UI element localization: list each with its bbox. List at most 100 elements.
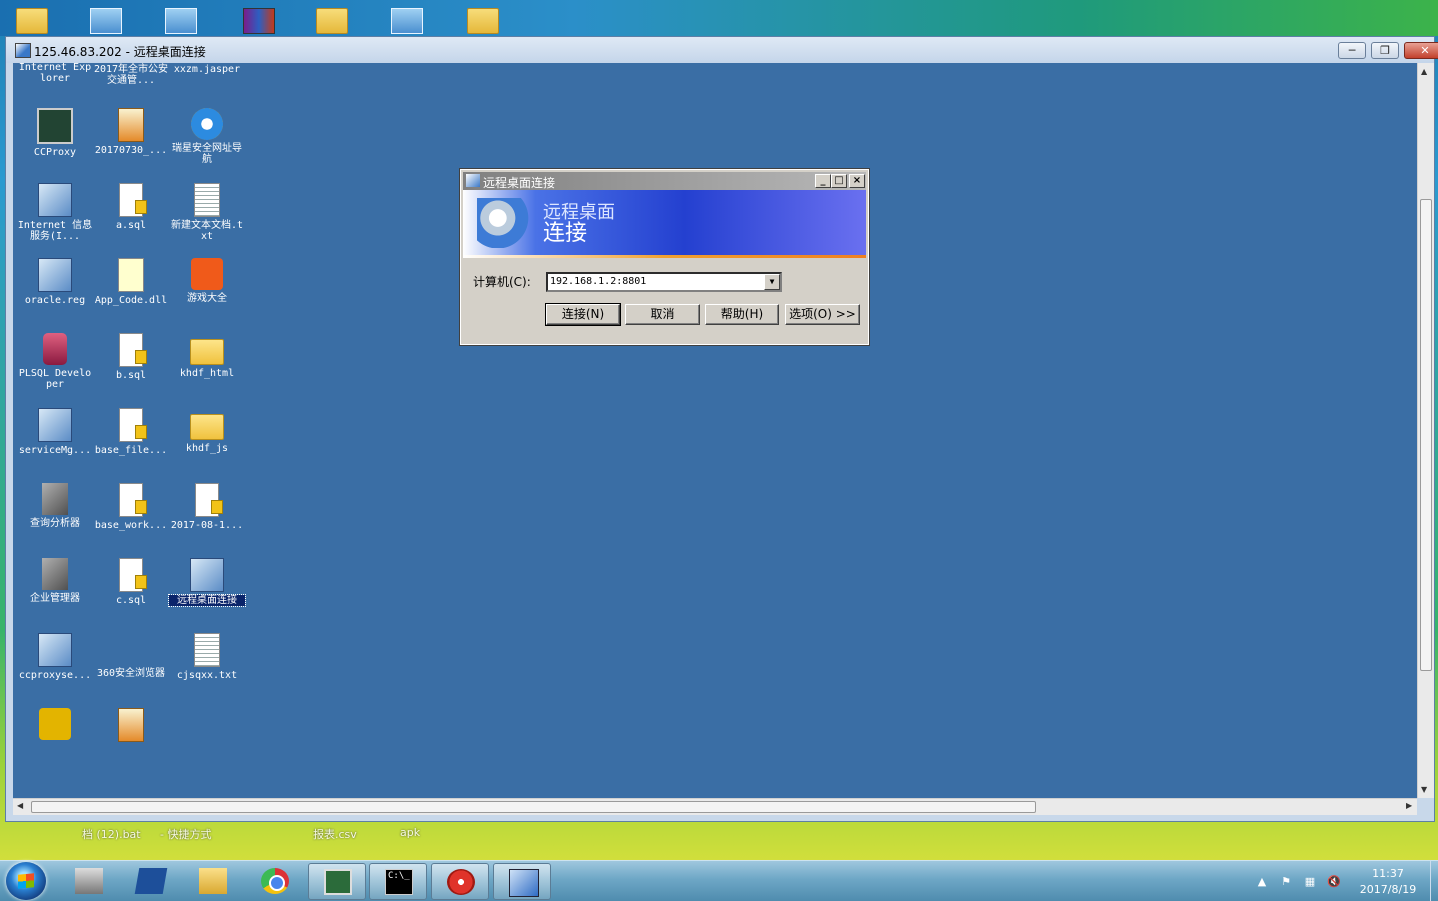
desktop-icon[interactable]: 远程桌面连接 — [168, 558, 246, 607]
network-icon[interactable]: ▦ — [1303, 876, 1317, 888]
host-folder-icon[interactable] — [316, 8, 348, 34]
tool-icon — [42, 483, 68, 515]
yel-icon — [39, 708, 71, 740]
scroll-right-icon[interactable]: ▶ — [1406, 801, 1412, 810]
desktop-icon-label: 企业管理器 — [30, 593, 80, 604]
server-icon — [75, 868, 103, 894]
scroll-up-icon[interactable]: ▲ — [1421, 67, 1427, 76]
desktop-icon-label: c.sql — [115, 595, 147, 606]
taskbar-remote-desktop[interactable] — [493, 863, 551, 900]
taskbar-ccproxy[interactable] — [308, 863, 366, 900]
computer-value[interactable]: 192.168.1.2:8801 — [550, 276, 646, 287]
taskbar-browser[interactable] — [431, 863, 489, 900]
db-icon — [43, 333, 67, 365]
taskbar-chrome[interactable] — [246, 863, 304, 900]
dll-icon — [118, 258, 144, 292]
desktop-icon[interactable]: khdf_js — [169, 408, 245, 454]
vertical-scroll-thumb[interactable] — [1420, 199, 1432, 671]
desktop-icon[interactable]: khdf_html — [169, 333, 245, 379]
game-icon — [191, 258, 223, 290]
cancel-button[interactable]: 取消 — [625, 304, 700, 325]
taskbar-explorer[interactable] — [184, 863, 242, 900]
horizontal-scrollbar[interactable]: ◀ ▶ — [13, 798, 1417, 815]
folder-icon — [190, 339, 224, 365]
desktop-icon[interactable]: 360安全浏览器 — [93, 633, 169, 679]
desktop-icon[interactable]: PLSQL Developer — [17, 333, 93, 390]
dialog-maximize-button[interactable]: □ — [831, 174, 847, 188]
desktop-icon[interactable]: App_Code.dll — [93, 258, 169, 306]
txt-icon — [194, 183, 220, 217]
desktop-icon[interactable]: 游戏大全 — [169, 258, 245, 304]
desktop-icon[interactable]: 2017-08-1... — [169, 483, 245, 531]
restore-button[interactable]: ❐ — [1371, 42, 1399, 59]
desktop-icon-label: CCProxy — [33, 147, 77, 158]
host-image-icon[interactable] — [90, 8, 122, 34]
desktop-icon[interactable]: 20170730_... — [93, 108, 169, 156]
desktop-icon[interactable]: Internet 信息服务(I... — [17, 183, 93, 242]
host-file-label[interactable]: - 快捷方式 — [160, 826, 211, 842]
desktop-icon[interactable] — [93, 708, 169, 745]
taskbar-cmd[interactable]: C:\_ — [369, 863, 427, 900]
desktop-icon[interactable]: xxzm.jasper — [169, 63, 245, 75]
desktop-icon[interactable]: 企业管理器 — [17, 558, 93, 604]
desktop-icon[interactable]: b.sql — [93, 333, 169, 381]
desktop-icon[interactable]: serviceMg... — [17, 408, 93, 456]
txt-icon — [194, 633, 220, 667]
scroll-down-icon[interactable]: ▼ — [1421, 785, 1427, 794]
show-desktop-button[interactable] — [1430, 861, 1438, 901]
desktop-icon[interactable]: 新建文本文档.txt — [169, 183, 245, 242]
chevron-down-icon[interactable]: ▼ — [764, 274, 780, 290]
help-button[interactable]: 帮助(H) — [705, 304, 779, 325]
desktop-icon-label: base_file... — [94, 445, 168, 456]
desktop-icon-label: PLSQL Developer — [18, 368, 92, 390]
host-file-label[interactable]: 报表.csv — [313, 826, 357, 842]
taskbar: C:\_ ▲ ⚑ ▦ 🔇 11:37 2017/8/19 — [0, 860, 1438, 901]
horizontal-scroll-thumb[interactable] — [31, 801, 1036, 813]
host-folder-icon[interactable] — [16, 8, 48, 34]
action-center-flag-icon[interactable]: ⚑ — [1279, 876, 1293, 888]
desktop-icon[interactable]: cjsqxx.txt — [169, 633, 245, 681]
desktop-icon[interactable]: base_file... — [93, 408, 169, 456]
host-file-label[interactable]: apk — [400, 826, 420, 839]
minimize-button[interactable]: ─ — [1338, 42, 1366, 59]
rdp-titlebar[interactable]: 125.46.83.202 - 远程桌面连接 ─ ❐ ✕ — [6, 37, 1438, 63]
desktop-icon[interactable]: a.sql — [93, 183, 169, 231]
desktop-icon[interactable]: ccproxyse... — [17, 633, 93, 681]
host-folder-icon[interactable] — [467, 8, 499, 34]
desktop-icon[interactable]: oracle.reg — [17, 258, 93, 306]
vertical-scrollbar[interactable]: ▲ ▼ — [1417, 63, 1434, 798]
clock[interactable]: 11:37 2017/8/19 — [1350, 866, 1426, 898]
taskbar-powershell[interactable] — [122, 863, 180, 900]
scroll-left-icon[interactable]: ◀ — [17, 801, 23, 810]
img-icon — [118, 108, 144, 142]
connect-button[interactable]: 连接(N) — [545, 303, 621, 326]
dialog-titlebar[interactable]: 远程桌面连接 _ □ × — [463, 172, 866, 190]
desktop-icon-label: 远程桌面连接 — [168, 594, 246, 607]
computer-combobox[interactable]: 192.168.1.2:8801 ▼ — [546, 272, 782, 292]
desktop-icon[interactable]: 查询分析器 — [17, 483, 93, 529]
host-image-icon[interactable] — [391, 8, 423, 34]
app-icon — [38, 408, 72, 442]
host-image-icon[interactable] — [165, 8, 197, 34]
host-archive-icon[interactable] — [243, 8, 275, 34]
ie-icon — [191, 108, 223, 140]
desktop-icon[interactable]: 瑞星安全网址导航 — [169, 108, 245, 165]
desktop-icon[interactable]: Internet Explorer — [17, 63, 93, 84]
start-button[interactable] — [6, 862, 46, 900]
desktop-icon[interactable]: 2017年全市公安交通管... — [93, 63, 169, 86]
options-button[interactable]: 选项(O) >> — [785, 304, 860, 325]
desktop-icon[interactable]: c.sql — [93, 558, 169, 606]
desktop-icon[interactable] — [17, 708, 93, 743]
tray-expand-icon[interactable]: ▲ — [1255, 876, 1269, 888]
dialog-minimize-button[interactable]: _ — [815, 174, 831, 188]
doc-icon — [119, 183, 147, 217]
remote-desktop[interactable]: cjsqxx.txt 360安全浏览器 ccproxyse... 远程桌面连接 c.sq… — [13, 63, 1417, 798]
volume-muted-icon[interactable]: 🔇 — [1327, 876, 1341, 888]
close-button[interactable]: ✕ — [1404, 42, 1438, 59]
desktop-icon[interactable]: base_work... — [93, 483, 169, 531]
host-file-label[interactable]: 档 (12).bat — [82, 826, 141, 842]
360-icon — [115, 633, 147, 665]
desktop-icon[interactable]: CCProxy — [17, 108, 93, 158]
dialog-close-button[interactable]: × — [849, 174, 865, 188]
taskbar-server-manager[interactable] — [60, 863, 118, 900]
